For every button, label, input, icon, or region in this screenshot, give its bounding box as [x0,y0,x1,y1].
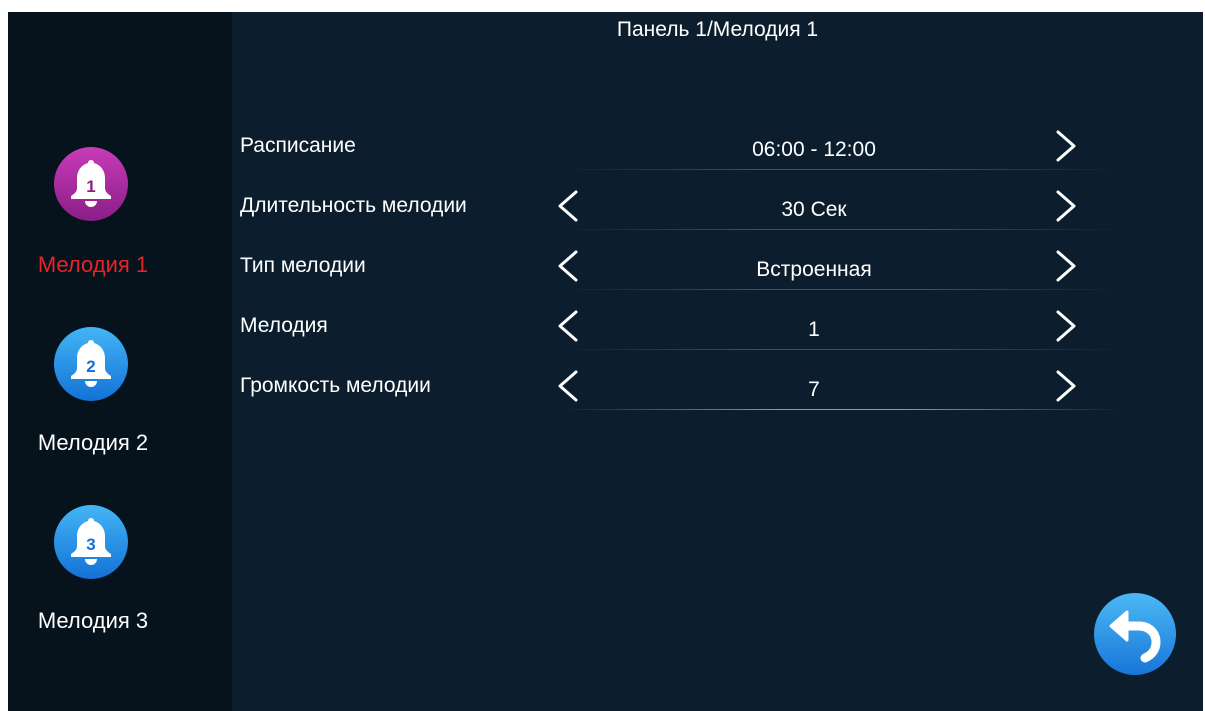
back-button[interactable] [1093,592,1177,676]
bell-3-icon: 3 [54,505,128,579]
sidebar-item-label: Мелодия 3 [37,608,149,633]
setting-value: 7 [808,378,820,401]
svg-text:1: 1 [86,177,95,196]
chevron-right-icon[interactable] [1052,368,1080,404]
sidebar-item-melody-3[interactable]: 3 Мелодия 3 [8,504,232,644]
chevron-left-icon[interactable] [554,188,582,224]
sidebar-item-melody-1[interactable]: 1 Мелодия 1 [8,146,232,286]
chevron-left-icon[interactable] [554,248,582,284]
row-divider [562,289,1122,290]
bell-1-icon: 1 [54,147,128,221]
chevron-right-icon[interactable] [1052,188,1080,224]
chevron-left-icon[interactable] [554,308,582,344]
sidebar-item-label: Мелодия 2 [37,430,149,455]
chevron-left-icon[interactable] [554,368,582,404]
setting-value: Встроенная [756,258,872,281]
setting-label: Громкость мелодии [240,374,431,397]
row-divider [562,229,1122,230]
svg-text:2: 2 [86,357,95,376]
setting-value: 06:00 - 12:00 [752,138,876,161]
screen: 1 Мелодия 1 2 Мелодия 2 3 Мелодия 3 Пане… [8,12,1203,711]
setting-label: Тип мелодии [240,254,366,277]
sidebar-item-melody-2[interactable]: 2 Мелодия 2 [8,326,232,466]
sidebar-item-label: Мелодия 1 [37,252,149,277]
row-divider [562,169,1122,170]
back-arrow-icon [1094,593,1176,675]
row-divider [562,349,1122,350]
setting-value: 1 [808,318,820,341]
setting-row-type: Тип мелодии Встроенная [232,250,1203,314]
setting-label: Расписание [240,134,356,157]
setting-row-melody: Мелодия 1 [232,310,1203,374]
chevron-right-icon[interactable] [1052,128,1080,164]
setting-label: Длительность мелодии [240,194,467,217]
setting-row-volume: Громкость мелодии 7 [232,370,1203,434]
bell-2-icon: 2 [54,327,128,401]
setting-value: 30 Сек [781,198,847,221]
chevron-right-icon[interactable] [1052,248,1080,284]
sidebar: 1 Мелодия 1 2 Мелодия 2 3 Мелодия 3 [8,12,232,711]
setting-row-schedule: Расписание 06:00 - 12:00 [232,130,1203,194]
row-divider [562,409,1122,410]
page-title: Панель 1/Мелодия 1 [616,18,819,41]
setting-label: Мелодия [240,314,328,337]
setting-row-duration: Длительность мелодии 30 Сек [232,190,1203,254]
chevron-right-icon[interactable] [1052,308,1080,344]
svg-text:3: 3 [86,535,95,554]
